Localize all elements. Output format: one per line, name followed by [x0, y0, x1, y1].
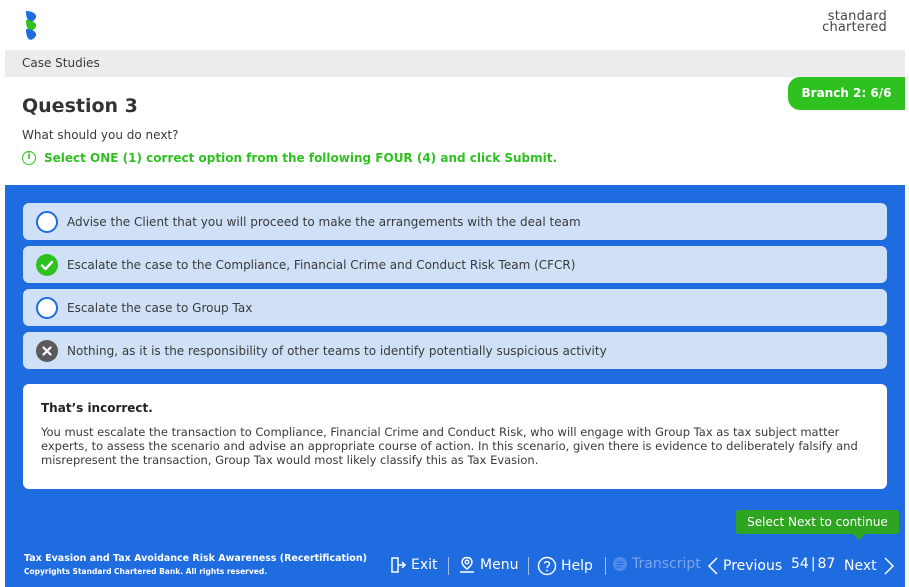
info-icon: i	[22, 151, 36, 165]
question-title: Question 3	[22, 95, 138, 117]
option-label: Nothing, as it is the responsibility of …	[67, 343, 607, 358]
standard-chartered-logo-icon	[26, 11, 37, 40]
transcript-button[interactable]: Transcript	[612, 556, 701, 572]
option-label: Advise the Client that you will proceed …	[67, 214, 581, 229]
top-bar: standard chartered	[0, 0, 909, 50]
option-2[interactable]: Escalate the case to the Compliance, Fin…	[23, 246, 887, 283]
help-icon	[537, 556, 557, 576]
divider	[528, 557, 529, 575]
feedback-body: You must escalate the transaction to Com…	[41, 425, 858, 467]
option-label: Escalate the case to the Compliance, Fin…	[67, 257, 576, 272]
map-pin-icon	[460, 556, 474, 573]
copyright: Copyrights Standard Chartered Bank. All …	[24, 567, 268, 576]
question-prompt: What should you do next?	[22, 128, 179, 142]
transcript-icon	[613, 557, 627, 571]
divider	[605, 557, 606, 575]
next-button[interactable]: Next	[844, 556, 895, 576]
page-counter: 54 | 87	[791, 556, 836, 572]
options-panel: Advise the Client that you will proceed …	[5, 185, 905, 545]
next-hint-tooltip: Select Next to continue	[736, 510, 899, 534]
menu-button[interactable]: Menu	[458, 556, 518, 574]
help-button[interactable]: Help	[537, 556, 593, 576]
option-1[interactable]: Advise the Client that you will proceed …	[23, 203, 887, 240]
previous-button[interactable]: Previous	[707, 556, 782, 576]
radio-empty-icon[interactable]	[36, 210, 58, 233]
tooltip-arrow	[853, 534, 865, 540]
branch-progress-badge: Branch 2: 6/6	[788, 77, 905, 110]
breadcrumb-bar: Case Studies	[5, 50, 905, 77]
footer-bar: Tax Evasion and Tax Avoidance Risk Aware…	[5, 545, 905, 587]
chevron-right-icon	[884, 557, 894, 575]
option-4[interactable]: Nothing, as it is the responsibility of …	[23, 332, 887, 369]
course-title: Tax Evasion and Tax Avoidance Risk Aware…	[24, 553, 367, 564]
exit-button[interactable]: Exit	[389, 556, 438, 574]
breadcrumb: Case Studies	[22, 56, 100, 70]
instruction: i Select ONE (1) correct option from the…	[22, 151, 557, 165]
divider	[448, 557, 449, 575]
checkmark-icon	[36, 253, 58, 276]
brand-wordmark: standard chartered	[822, 9, 887, 35]
feedback-title: That’s incorrect.	[41, 401, 153, 415]
exit-icon	[391, 557, 407, 573]
option-label: Escalate the case to Group Tax	[67, 300, 253, 315]
feedback-box: That’s incorrect. You must escalate the …	[23, 384, 887, 489]
option-3[interactable]: Escalate the case to Group Tax	[23, 289, 887, 326]
cross-icon	[36, 339, 58, 362]
chevron-left-icon	[707, 557, 718, 575]
radio-empty-icon[interactable]	[36, 296, 58, 319]
instruction-text: Select ONE (1) correct option from the f…	[44, 151, 558, 165]
